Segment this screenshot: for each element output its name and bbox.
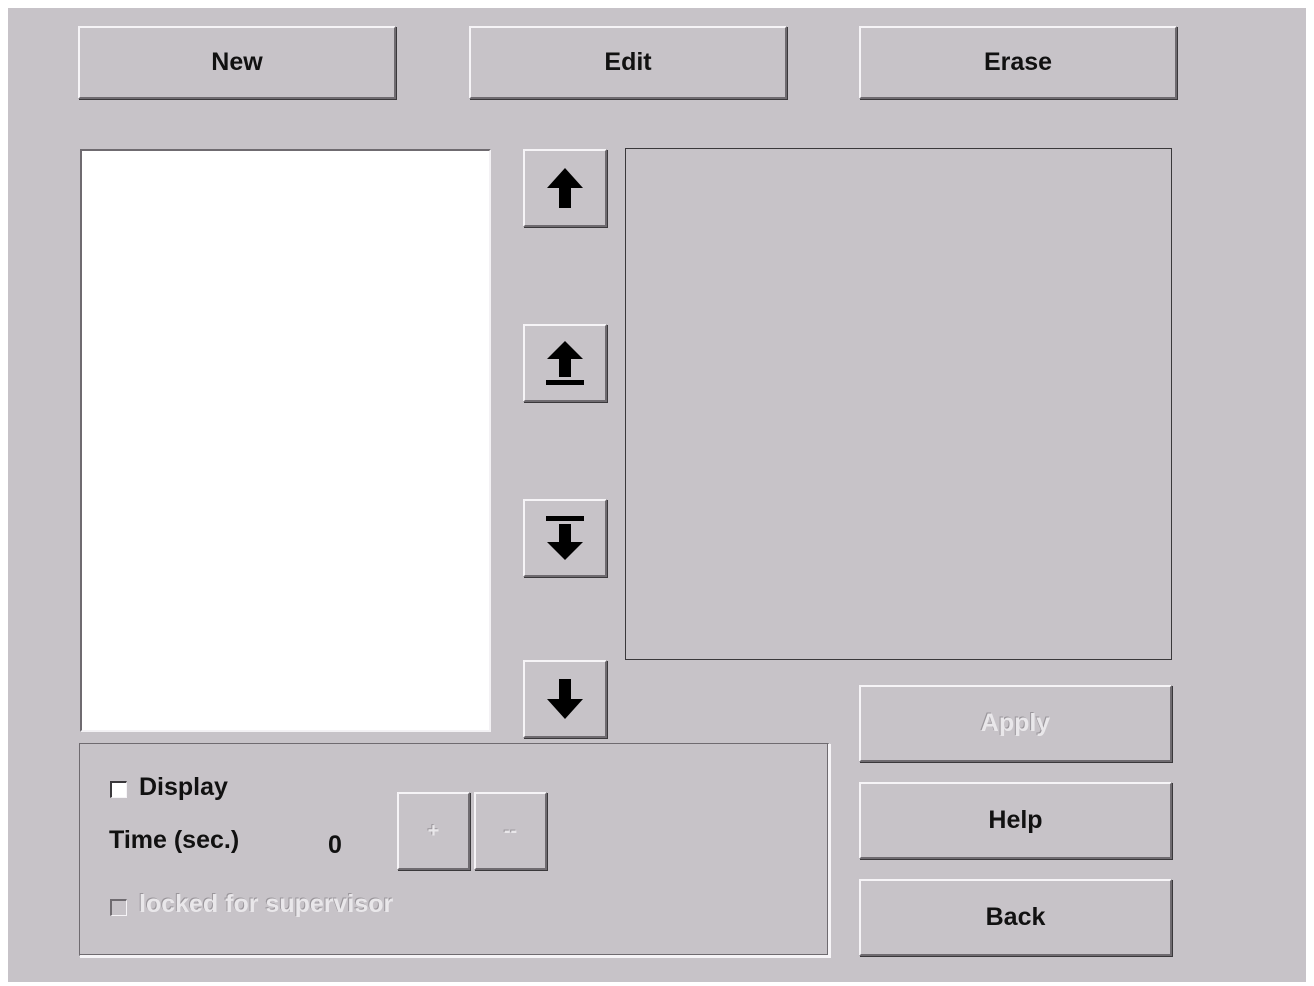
move-to-bottom-button[interactable] <box>523 499 607 577</box>
erase-button[interactable]: Erase <box>859 26 1177 99</box>
item-list[interactable] <box>80 149 491 732</box>
move-to-top-button[interactable] <box>523 324 607 402</box>
arrow-up-icon <box>547 168 583 208</box>
arrow-down-to-bottom-icon <box>546 516 584 560</box>
back-button[interactable]: Back <box>859 879 1172 956</box>
increase-time-button[interactable]: + <box>397 792 470 870</box>
preview-panel <box>625 148 1172 660</box>
apply-button[interactable]: Apply <box>859 685 1172 762</box>
move-down-button[interactable] <box>523 660 607 738</box>
arrow-down-icon <box>547 679 583 719</box>
display-label: Display <box>139 773 228 801</box>
decrease-time-button[interactable]: -- <box>474 792 547 870</box>
time-value: 0 <box>328 831 342 859</box>
display-checkbox[interactable] <box>110 781 127 798</box>
settings-group: Display Time (sec.) 0 + -- locked for su… <box>79 743 830 957</box>
arrow-up-to-top-icon <box>546 341 584 385</box>
edit-button[interactable]: Edit <box>469 26 787 99</box>
locked-for-supervisor-label: locked for supervisor <box>139 890 394 918</box>
main-window: New Edit Erase Apply Help Back Display T… <box>8 8 1306 982</box>
new-button[interactable]: New <box>78 26 396 99</box>
time-label: Time (sec.) <box>109 826 240 854</box>
move-up-button[interactable] <box>523 149 607 227</box>
locked-checkbox[interactable] <box>110 899 127 916</box>
help-button[interactable]: Help <box>859 782 1172 859</box>
